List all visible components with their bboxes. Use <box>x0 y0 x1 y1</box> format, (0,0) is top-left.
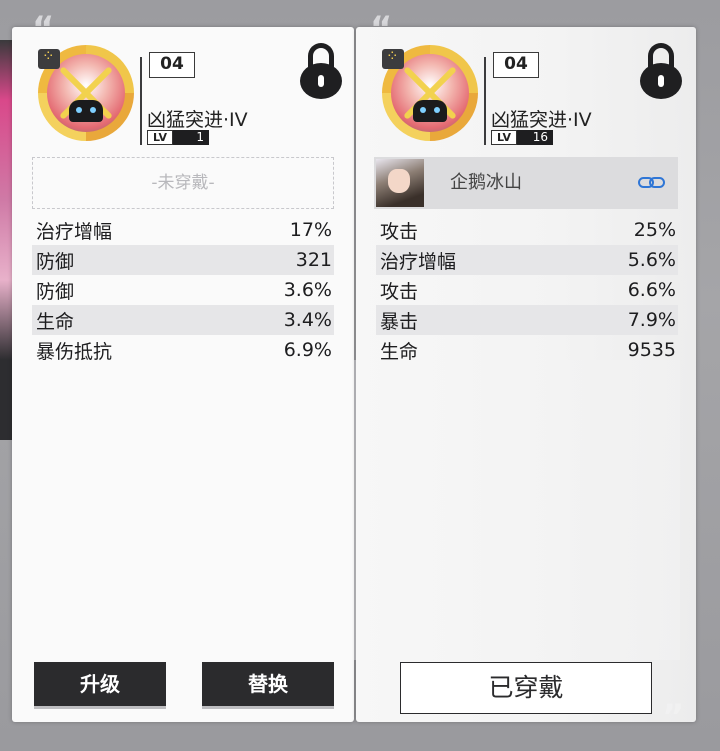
stat-value: 9535 <box>627 339 676 361</box>
replace-button[interactable]: 替换 <box>202 662 334 706</box>
divider <box>140 57 142 145</box>
stat-label: 暴伤抵抗 <box>36 340 113 363</box>
stat-value: 25% <box>633 219 676 241</box>
equipment-card-new: 04 凶猛突进·IV LV 1 -未穿戴- 治疗增幅 17% 防御 321 防御 3.… <box>12 27 354 722</box>
stat-row: 治疗增幅 17% <box>32 215 334 245</box>
upgrade-button[interactable]: 升级 <box>34 662 166 706</box>
equipment-avatar-icon <box>38 45 134 141</box>
stat-label: 攻击 <box>380 280 419 303</box>
lock-icon[interactable] <box>300 43 342 99</box>
stat-row: 暴击 7.9% <box>376 305 678 335</box>
wearer-row[interactable]: 企鹅冰山 <box>374 157 678 209</box>
stat-row: 防御 3.6% <box>32 275 334 305</box>
stat-label: 生命 <box>380 340 419 363</box>
stat-row: 攻击 6.6% <box>376 275 678 305</box>
stat-value: 321 <box>295 249 332 271</box>
level-badge: LV 16 <box>491 130 554 145</box>
stat-label: 暴击 <box>380 310 419 333</box>
stat-label: 防御 <box>36 250 75 273</box>
equipment-avatar-icon <box>382 45 478 141</box>
level-tag: LV <box>491 130 518 145</box>
stat-value: 7.9% <box>627 309 676 331</box>
equipment-name: 凶猛突进·IV <box>491 109 592 131</box>
lock-icon[interactable] <box>640 43 682 99</box>
link-icon[interactable] <box>638 175 666 191</box>
slot-number: 04 <box>149 52 195 78</box>
stat-row: 攻击 25% <box>376 215 678 245</box>
level-badge: LV 1 <box>147 130 210 145</box>
worn-button[interactable]: 已穿戴 <box>400 662 652 714</box>
stat-list: 攻击 25% 治疗增幅 5.6% 攻击 6.6% 暴击 7.9% 生命 9535 <box>376 215 678 365</box>
stat-value: 5.6% <box>627 249 676 271</box>
stat-label: 防御 <box>36 280 75 303</box>
stat-label: 治疗增幅 <box>380 250 457 273</box>
stat-value: 6.9% <box>283 339 332 361</box>
stat-label: 生命 <box>36 310 75 333</box>
character-portrait <box>376 159 424 207</box>
stat-label: 治疗增幅 <box>36 220 113 243</box>
stat-row: 生命 3.4% <box>32 305 334 335</box>
stat-label: 攻击 <box>380 220 419 243</box>
level-value: 1 <box>173 130 210 145</box>
stat-value: 3.4% <box>283 309 332 331</box>
level-tag: LV <box>147 130 174 145</box>
stat-list: 治疗增幅 17% 防御 321 防御 3.6% 生命 3.4% 暴伤抵抗 6.9% <box>32 215 334 365</box>
wearer-name: 企鹅冰山 <box>450 172 522 193</box>
slot-number: 04 <box>493 52 539 78</box>
stat-row: 治疗增幅 5.6% <box>376 245 678 275</box>
stat-value: 17% <box>289 219 332 241</box>
stat-row: 防御 321 <box>32 245 334 275</box>
divider <box>484 57 486 145</box>
level-value: 16 <box>517 130 554 145</box>
unworn-placeholder: -未穿戴- <box>32 157 334 209</box>
stat-value: 3.6% <box>283 279 332 301</box>
stat-row: 生命 9535 <box>376 335 678 365</box>
stat-value: 6.6% <box>627 279 676 301</box>
equipment-name: 凶猛突进·IV <box>147 109 248 131</box>
equipment-card-current: 04 凶猛突进·IV LV 16 企鹅冰山 攻击 25% 治疗增幅 5.6% 攻击 6… <box>356 27 696 722</box>
stat-row: 暴伤抵抗 6.9% <box>32 335 334 365</box>
